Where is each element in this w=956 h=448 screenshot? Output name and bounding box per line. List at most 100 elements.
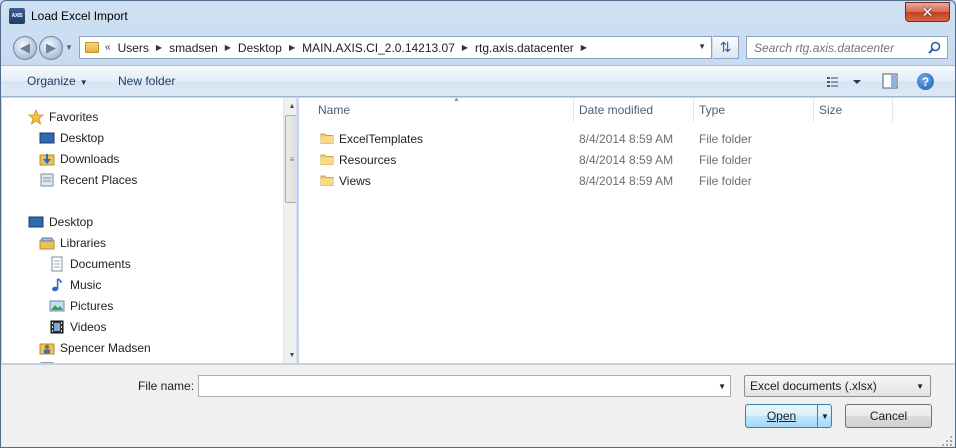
- column-header-name[interactable]: ▲ Name: [313, 98, 574, 122]
- address-history-dropdown[interactable]: ▼: [698, 42, 706, 51]
- tree-label: Recent Places: [60, 173, 138, 187]
- chevron-right-icon[interactable]: ▶: [462, 43, 468, 52]
- breadcrumb-rtg-axis-datacenter[interactable]: rtg.axis.datacenter: [475, 41, 574, 55]
- breadcrumb-users[interactable]: Users: [118, 41, 149, 55]
- libraries-icon: [39, 237, 55, 250]
- tree-label: Downloads: [60, 152, 120, 166]
- navigation-scrollbar[interactable]: ▲ ≡ ▼: [283, 98, 296, 363]
- resize-grip-icon[interactable]: [941, 435, 952, 446]
- tree-user-spencer-madsen[interactable]: Spencer Madsen: [39, 338, 151, 358]
- downloads-folder-icon: [39, 154, 55, 166]
- file-row[interactable]: Views 8/4/2014 8:59 AM File folder: [317, 171, 917, 191]
- tree-libraries[interactable]: Libraries: [39, 233, 106, 253]
- tree-favorites-desktop[interactable]: Desktop: [39, 128, 104, 148]
- tree-libraries-videos[interactable]: Videos: [49, 317, 106, 337]
- recent-locations-dropdown[interactable]: ▼: [65, 43, 73, 52]
- open-button-label-area[interactable]: Open: [746, 405, 817, 427]
- column-header-label: Size: [819, 103, 843, 117]
- file-name-label: File name:: [138, 379, 195, 393]
- tree-label: Music: [70, 278, 102, 292]
- tree-libraries-documents[interactable]: Documents: [49, 254, 131, 274]
- file-date-modified: 8/4/2014 8:59 AM: [579, 132, 674, 146]
- command-bar: Organize ▼ New folder ?: [1, 65, 955, 97]
- dropdown-arrow-icon[interactable]: ▼: [718, 382, 726, 391]
- tree-favorites[interactable]: Favorites: [28, 107, 98, 127]
- search-input[interactable]: [747, 37, 925, 58]
- close-button[interactable]: ✕: [905, 2, 950, 22]
- folder-icon: [320, 133, 334, 144]
- tree-favorites-downloads[interactable]: Downloads: [39, 149, 119, 169]
- help-icon[interactable]: ?: [917, 73, 934, 90]
- dialog-footer: File name: ▼ Excel documents (.xlsx) ▼ O…: [1, 364, 955, 447]
- tree-label: Desktop: [60, 131, 105, 145]
- file-name-combobox[interactable]: ▼: [198, 375, 731, 397]
- file-name: ExcelTemplates: [339, 132, 424, 146]
- column-header-label: Date modified: [579, 103, 654, 117]
- back-button[interactable]: ◀: [13, 36, 37, 60]
- tree-desktop[interactable]: Desktop: [28, 212, 93, 232]
- tree-label: Libraries: [60, 236, 107, 250]
- arrow-left-icon: ◀: [20, 40, 30, 55]
- overflow-chevron-icon[interactable]: «: [105, 42, 111, 53]
- tree-label: Spencer Madsen: [60, 341, 151, 355]
- star-icon: [28, 109, 44, 125]
- column-header-label: Type: [699, 103, 726, 117]
- desktop-icon: [39, 132, 55, 144]
- recent-places-icon: [40, 173, 54, 187]
- column-header-date-modified[interactable]: Date modified: [574, 98, 694, 122]
- search-icon[interactable]: [928, 41, 941, 54]
- sort-ascending-icon: ▲: [453, 98, 460, 103]
- breadcrumb-smadsen[interactable]: smadsen: [169, 41, 218, 55]
- file-type: File folder: [699, 174, 752, 188]
- dropdown-arrow-icon: ▼: [916, 382, 924, 391]
- window-title: Load Excel Import: [31, 9, 128, 23]
- caret-down-icon: ▼: [79, 78, 88, 87]
- search-box[interactable]: [746, 36, 948, 59]
- file-name: Views: [339, 174, 371, 188]
- tree-favorites-recent-places[interactable]: Recent Places: [39, 170, 137, 190]
- breadcrumb-main-axis[interactable]: MAIN.AXIS.CI_2.0.14213.07: [302, 41, 455, 55]
- preview-pane-icon[interactable]: [882, 73, 898, 89]
- chevron-right-icon[interactable]: ▶: [581, 43, 587, 52]
- file-name: Resources: [339, 153, 397, 167]
- desktop-icon: [28, 216, 44, 228]
- column-header-label: Name: [318, 103, 351, 117]
- user-folder-icon: [39, 343, 55, 355]
- folder-icon: [320, 154, 334, 165]
- videos-icon: [50, 320, 64, 334]
- file-name-input[interactable]: [199, 376, 709, 396]
- scroll-up-arrow-icon[interactable]: ▲: [284, 98, 296, 114]
- column-header-type[interactable]: Type: [694, 98, 814, 122]
- tree-computer-partial[interactable]: [39, 359, 60, 363]
- refresh-button[interactable]: ⇅: [713, 36, 739, 59]
- file-list-pane: ▲ Name Date modified Type Size ExcelTemp…: [299, 98, 955, 363]
- organize-menu[interactable]: Organize ▼: [27, 74, 88, 88]
- cancel-button[interactable]: Cancel: [845, 404, 932, 428]
- chevron-right-icon[interactable]: ▶: [225, 43, 231, 52]
- column-header-size[interactable]: Size: [814, 98, 893, 122]
- open-options-dropdown[interactable]: ▼: [817, 405, 832, 427]
- new-folder-button[interactable]: New folder: [118, 74, 175, 88]
- scrollbar-thumb[interactable]: ≡: [285, 115, 296, 203]
- file-row[interactable]: Resources 8/4/2014 8:59 AM File folder: [317, 150, 917, 170]
- axis-app-icon: AXIS: [9, 8, 25, 24]
- change-view-icon[interactable]: [827, 74, 867, 90]
- file-row[interactable]: ExcelTemplates 8/4/2014 8:59 AM File fol…: [317, 129, 917, 149]
- music-icon: [52, 278, 62, 292]
- file-date-modified: 8/4/2014 8:59 AM: [579, 174, 674, 188]
- folder-icon: [85, 42, 99, 53]
- load-excel-import-dialog: AXIS Load Excel Import ✕ ◀ ▶ ▼ « Users ▶…: [0, 0, 956, 448]
- breadcrumb-desktop[interactable]: Desktop: [238, 41, 282, 55]
- scroll-down-arrow-icon[interactable]: ▼: [284, 347, 296, 363]
- title-bar: AXIS Load Excel Import ✕: [1, 1, 955, 31]
- address-bar[interactable]: « Users ▶ smadsen ▶ Desktop ▶ MAIN.AXIS.…: [79, 36, 712, 59]
- chevron-right-icon[interactable]: ▶: [289, 43, 295, 52]
- file-type-filter-value: Excel documents (.xlsx): [750, 379, 877, 393]
- forward-button[interactable]: ▶: [39, 36, 63, 60]
- open-button[interactable]: Open ▼: [745, 404, 832, 428]
- chevron-right-icon[interactable]: ▶: [156, 43, 162, 52]
- tree-libraries-pictures[interactable]: Pictures: [49, 296, 113, 316]
- tree-libraries-music[interactable]: Music: [49, 275, 101, 295]
- file-type-filter-select[interactable]: Excel documents (.xlsx) ▼: [744, 375, 931, 397]
- file-type: File folder: [699, 153, 752, 167]
